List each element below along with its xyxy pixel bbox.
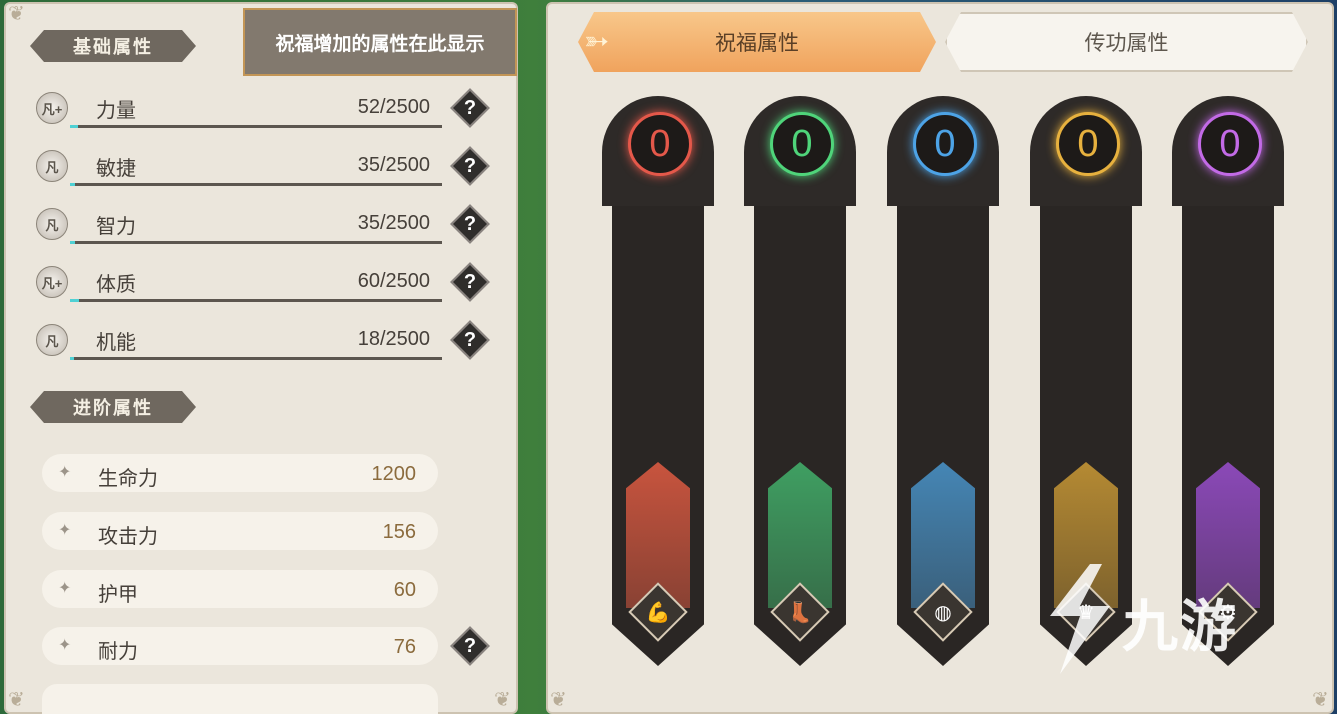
adv-value: 76 xyxy=(393,636,416,658)
sparkle-icon: ✦ xyxy=(58,580,72,597)
boot-icon: 👢 xyxy=(787,601,813,624)
gear-orb-icon: ⚙ xyxy=(1219,601,1237,624)
help-button-stamina[interactable]: ? xyxy=(450,626,490,666)
attr-track xyxy=(70,125,442,128)
pillar-icon-badge: ♛ xyxy=(1056,582,1116,642)
tab-blessing-attributes[interactable]: 祝福属性 xyxy=(578,12,936,72)
rank-badge-icon: 凡 xyxy=(36,150,68,182)
help-button-function[interactable]: ? xyxy=(450,320,490,360)
pillar-icon-badge: 👢 xyxy=(770,582,830,642)
attr-value: 35/2500 xyxy=(357,212,430,234)
attr-progress-bar xyxy=(70,125,78,128)
pillar-agility[interactable]: 0 👢 xyxy=(744,96,856,680)
pillar-count: 0 xyxy=(770,112,834,176)
attr-progress-bar xyxy=(70,183,75,186)
attr-row-constitution: 凡+ 体质 60/2500 xyxy=(36,262,496,308)
corner-ornament-icon: ❦ xyxy=(8,3,25,25)
adv-row-partial xyxy=(42,684,438,714)
crown-icon: ♛ xyxy=(1077,601,1095,624)
attr-progress-bar xyxy=(70,357,74,360)
attr-track xyxy=(70,241,442,244)
brain-head-icon: ◍ xyxy=(934,601,952,624)
corner-ornament-icon: ❦ xyxy=(494,689,511,711)
help-button-intelligence[interactable]: ? xyxy=(450,204,490,244)
pillar-function[interactable]: 0 ⚙ xyxy=(1172,96,1284,680)
attr-name: 体质 xyxy=(96,274,136,296)
attr-name: 机能 xyxy=(96,332,136,354)
adv-name: 护甲 xyxy=(98,584,138,606)
pillar-icon-badge: ⚙ xyxy=(1198,582,1258,642)
corner-ornament-icon: ❦ xyxy=(1312,689,1329,711)
adv-value: 156 xyxy=(382,521,416,543)
adv-row-armor: ✦ 护甲 60 xyxy=(42,570,438,608)
attr-name: 力量 xyxy=(96,100,136,122)
attr-row-agility: 凡 敏捷 35/2500 xyxy=(36,146,496,192)
attr-value: 18/2500 xyxy=(357,328,430,350)
attr-name: 敏捷 xyxy=(96,158,136,180)
pillar-count: 0 xyxy=(913,112,977,176)
rank-badge-icon: 凡+ xyxy=(36,92,68,124)
tab-transfer-attributes[interactable]: 传功属性 xyxy=(945,12,1308,72)
pillar-count: 0 xyxy=(1198,112,1262,176)
adv-value: 1200 xyxy=(371,463,417,485)
pillar-icon-badge: ◍ xyxy=(913,582,973,642)
attr-row-strength: 凡+ 力量 52/2500 xyxy=(36,88,496,134)
adv-row-stamina: ✦ 耐力 76 xyxy=(42,627,438,665)
corner-ornament-icon: ❦ xyxy=(8,689,25,711)
question-mark-icon: ? xyxy=(463,96,477,119)
pillar-count: 0 xyxy=(1056,112,1120,176)
help-button-strength[interactable]: ? xyxy=(450,88,490,128)
question-mark-icon: ? xyxy=(463,328,477,351)
adv-row-hp: ✦ 生命力 1200 xyxy=(42,454,438,492)
help-button-agility[interactable]: ? xyxy=(450,146,490,186)
rank-badge-icon: 凡 xyxy=(36,324,68,356)
pillar-icon-badge: 💪 xyxy=(628,582,688,642)
attr-track xyxy=(70,299,442,302)
attr-progress-bar xyxy=(70,241,75,244)
attr-progress-bar xyxy=(70,299,79,302)
rank-badge-icon: 凡+ xyxy=(36,266,68,298)
question-mark-icon: ? xyxy=(463,154,477,177)
sparkle-icon: ✦ xyxy=(58,522,72,539)
pillar-constitution[interactable]: 0 ♛ xyxy=(1030,96,1142,680)
adv-name: 生命力 xyxy=(98,468,158,490)
pillar-strength[interactable]: 0 💪 xyxy=(602,96,714,680)
question-mark-icon: ? xyxy=(463,634,477,657)
adv-name: 耐力 xyxy=(98,641,138,663)
flexed-arm-icon: 💪 xyxy=(645,601,671,624)
question-mark-icon: ? xyxy=(463,212,477,235)
attr-value: 35/2500 xyxy=(357,154,430,176)
corner-ornament-icon: ❦ xyxy=(550,689,567,711)
attr-track xyxy=(70,357,442,360)
help-button-constitution[interactable]: ? xyxy=(450,262,490,302)
advanced-attributes-header: 进阶属性 xyxy=(30,391,196,423)
rank-badge-icon: 凡 xyxy=(36,208,68,240)
attr-track xyxy=(70,183,442,186)
attr-row-intelligence: 凡 智力 35/2500 xyxy=(36,204,496,250)
pillar-count: 0 xyxy=(628,112,692,176)
sparkle-icon: ✦ xyxy=(58,637,72,654)
basic-attributes-header: 基础属性 xyxy=(30,30,196,62)
attr-value: 52/2500 xyxy=(357,96,430,118)
adv-row-attack: ✦ 攻击力 156 xyxy=(42,512,438,550)
attr-value: 60/2500 xyxy=(357,270,430,292)
pillar-intelligence[interactable]: 0 ◍ xyxy=(887,96,999,680)
question-mark-icon: ? xyxy=(463,270,477,293)
sparkle-icon: ✦ xyxy=(58,464,72,481)
attr-name: 智力 xyxy=(96,216,136,238)
adv-value: 60 xyxy=(393,579,416,601)
adv-name: 攻击力 xyxy=(98,526,158,548)
blessing-tooltip: 祝福增加的属性在此显示 xyxy=(243,8,517,76)
attr-row-function: 凡 机能 18/2500 xyxy=(36,320,496,366)
arrow-icon: ➳ xyxy=(584,25,610,58)
